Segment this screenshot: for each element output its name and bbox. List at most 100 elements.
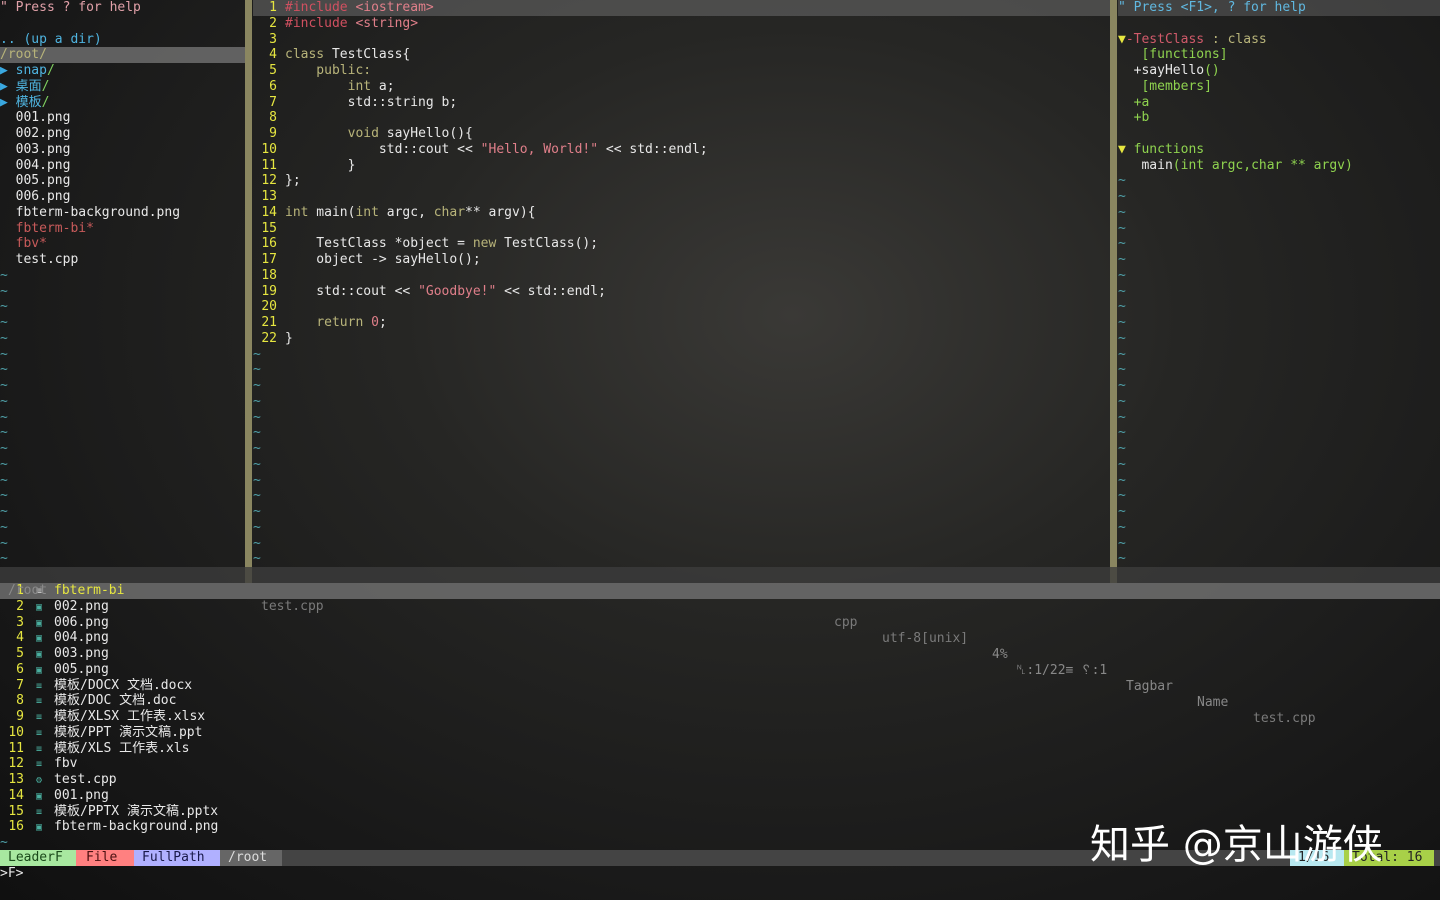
nerdtree-panel[interactable]: " Press ? for help .. (up a dir) /root/ … bbox=[0, 0, 245, 567]
empty-line-tilde: ~ bbox=[1118, 410, 1440, 426]
image-file-icon: ▣ bbox=[24, 647, 54, 662]
line-number: 16 bbox=[253, 236, 277, 252]
code-line[interactable]: 9 void sayHello(){ bbox=[253, 126, 1110, 142]
leaderf-mode: LeaderF bbox=[0, 850, 76, 866]
tag-method[interactable]: +sayHello() bbox=[1118, 63, 1440, 79]
empty-line-tilde: ~ bbox=[1118, 315, 1440, 331]
code-token: TestClass(); bbox=[496, 236, 598, 251]
code-line[interactable]: 14int main(int argc, char** argv){ bbox=[253, 205, 1110, 221]
leaderf-result-item[interactable]: 9≡模板/XLSX 工作表.xlsx bbox=[0, 709, 1440, 725]
code-line[interactable]: 5 public: bbox=[253, 63, 1110, 79]
line-number: 3 bbox=[253, 32, 277, 48]
empty-line-tilde: ~ bbox=[0, 488, 245, 504]
status-sort: Name bbox=[1197, 695, 1228, 711]
code-token: "Hello, World!" bbox=[481, 142, 598, 157]
leaderf-result-item[interactable]: 12≡fbv bbox=[0, 756, 1440, 772]
empty-line-tilde: ~ bbox=[0, 331, 245, 347]
tree-file[interactable]: fbterm-background.png bbox=[0, 205, 245, 221]
tag-functions-group[interactable]: ▼ functions bbox=[1118, 142, 1440, 158]
code-token: TestClass{ bbox=[324, 47, 410, 62]
empty-line-tilde: ~ bbox=[1118, 378, 1440, 394]
code-line[interactable]: 10 std::cout << "Hello, World!" << std::… bbox=[253, 142, 1110, 158]
code-line[interactable]: 6 int a; bbox=[253, 79, 1110, 95]
code-line[interactable]: 3 bbox=[253, 32, 1110, 48]
tree-file-name: fbterm-background.png bbox=[16, 205, 180, 220]
leaderf-prompt-input[interactable]: >F> bbox=[0, 866, 23, 882]
code-line[interactable]: 13 bbox=[253, 189, 1110, 205]
leaderf-result-item[interactable]: 10≡模板/PPT 演示文稿.ppt bbox=[0, 725, 1440, 741]
tag-class[interactable]: ▼-TestClass : class bbox=[1118, 32, 1440, 48]
code-token: std::cout << bbox=[285, 284, 418, 299]
leaderf-result-item[interactable]: 4▣004.png bbox=[0, 630, 1440, 646]
code-line[interactable]: 2#include <string> bbox=[253, 16, 1110, 32]
empty-line-tilde: ~ bbox=[0, 520, 245, 536]
line-number: 15 bbox=[253, 221, 277, 237]
tag-member-a[interactable]: +a bbox=[1118, 95, 1440, 111]
empty-line-tilde: ~ bbox=[1118, 252, 1440, 268]
code-line[interactable]: 15 bbox=[253, 221, 1110, 237]
leaderf-result-item[interactable]: 6▣005.png bbox=[0, 662, 1440, 678]
tree-dir[interactable]: ▶ snap/ bbox=[0, 63, 245, 79]
tree-dir[interactable]: ▶ 桌面/ bbox=[0, 79, 245, 95]
code-line[interactable]: 8 bbox=[253, 110, 1110, 126]
tree-file[interactable]: fbterm-bi* bbox=[0, 221, 245, 237]
leaderf-result-item[interactable]: 3▣006.png bbox=[0, 615, 1440, 631]
leaderf-result-item[interactable]: 1≡fbterm-bi bbox=[0, 583, 1440, 599]
tree-file[interactable]: 001.png bbox=[0, 110, 245, 126]
tagbar-panel[interactable]: " Press <F1>, ? for help ▼-TestClass : c… bbox=[1118, 0, 1440, 567]
empty-line-tilde: ~ bbox=[1118, 362, 1440, 378]
empty-line-tilde: ~ bbox=[0, 268, 245, 284]
tree-file[interactable]: test.cpp bbox=[0, 252, 245, 268]
code-line[interactable]: 19 std::cout << "Goodbye!" << std::endl; bbox=[253, 284, 1110, 300]
leaderf-result-item[interactable]: 7≡模板/DOCX 文档.docx bbox=[0, 678, 1440, 694]
split-divider[interactable] bbox=[1110, 0, 1117, 583]
code-line[interactable]: 22} bbox=[253, 331, 1110, 347]
up-dir-link[interactable]: .. (up a dir) bbox=[0, 32, 245, 48]
result-name: fbterm-bi bbox=[54, 583, 124, 598]
code-line[interactable]: 17 object -> sayHello(); bbox=[253, 252, 1110, 268]
tag-member-b[interactable]: +b bbox=[1118, 110, 1440, 126]
split-divider[interactable] bbox=[245, 0, 252, 583]
code-token: public: bbox=[285, 63, 371, 78]
empty-line-tilde: ~ bbox=[253, 441, 1110, 457]
empty-line-tilde: ~ bbox=[0, 299, 245, 315]
code-line[interactable]: 20 bbox=[253, 299, 1110, 315]
empty-line-tilde: ~ bbox=[1118, 536, 1440, 552]
code-line[interactable]: 16 TestClass *object = new TestClass(); bbox=[253, 236, 1110, 252]
line-number: 11 bbox=[253, 158, 277, 174]
root-dir[interactable]: /root/ bbox=[0, 47, 245, 63]
tag-main[interactable]: main(int argc,char ** argv) bbox=[1118, 158, 1440, 174]
line-number: 19 bbox=[253, 284, 277, 300]
code-line[interactable]: 18 bbox=[253, 268, 1110, 284]
status-encoding: utf-8[unix] bbox=[882, 631, 968, 647]
result-name: 模板/XLS 工作表.xls bbox=[54, 741, 189, 756]
empty-line-tilde: ~ bbox=[253, 457, 1110, 473]
tree-file[interactable]: 005.png bbox=[0, 173, 245, 189]
code-line[interactable]: 21 return 0; bbox=[253, 315, 1110, 331]
leaderf-results[interactable]: 1≡fbterm-bi2▣002.png3▣006.png4▣004.png5▣… bbox=[0, 583, 1440, 851]
leaderf-result-item[interactable]: 13⚙test.cpp bbox=[0, 772, 1440, 788]
text-file-icon: ≡ bbox=[24, 805, 54, 820]
code-line[interactable]: 1#include <iostream> bbox=[253, 0, 1110, 16]
tree-file[interactable]: 002.png bbox=[0, 126, 245, 142]
status-file: test.cpp bbox=[261, 599, 324, 615]
code-line[interactable]: 4class TestClass{ bbox=[253, 47, 1110, 63]
code-editor[interactable]: 1#include <iostream>2#include <string>34… bbox=[253, 0, 1110, 567]
code-token: TestClass *object = bbox=[285, 236, 473, 251]
leaderf-result-item[interactable]: 14▣001.png bbox=[0, 788, 1440, 804]
tree-file[interactable]: fbv* bbox=[0, 236, 245, 252]
leaderf-result-item[interactable]: 11≡模板/XLS 工作表.xls bbox=[0, 741, 1440, 757]
empty-line-tilde: ~ bbox=[253, 536, 1110, 552]
tree-file-name: 005.png bbox=[16, 173, 71, 188]
code-line[interactable]: 11 } bbox=[253, 158, 1110, 174]
line-number: 2 bbox=[253, 16, 277, 32]
tree-file[interactable]: 003.png bbox=[0, 142, 245, 158]
code-line[interactable]: 7 std::string b; bbox=[253, 95, 1110, 111]
leaderf-result-item[interactable]: 5▣003.png bbox=[0, 646, 1440, 662]
tree-file[interactable]: 004.png bbox=[0, 158, 245, 174]
leaderf-result-item[interactable]: 2▣002.png bbox=[0, 599, 1440, 615]
tree-file[interactable]: 006.png bbox=[0, 189, 245, 205]
tree-dir[interactable]: ▶ 模板/ bbox=[0, 95, 245, 111]
code-line[interactable]: 12}; bbox=[253, 173, 1110, 189]
result-index: 11 bbox=[0, 741, 24, 757]
